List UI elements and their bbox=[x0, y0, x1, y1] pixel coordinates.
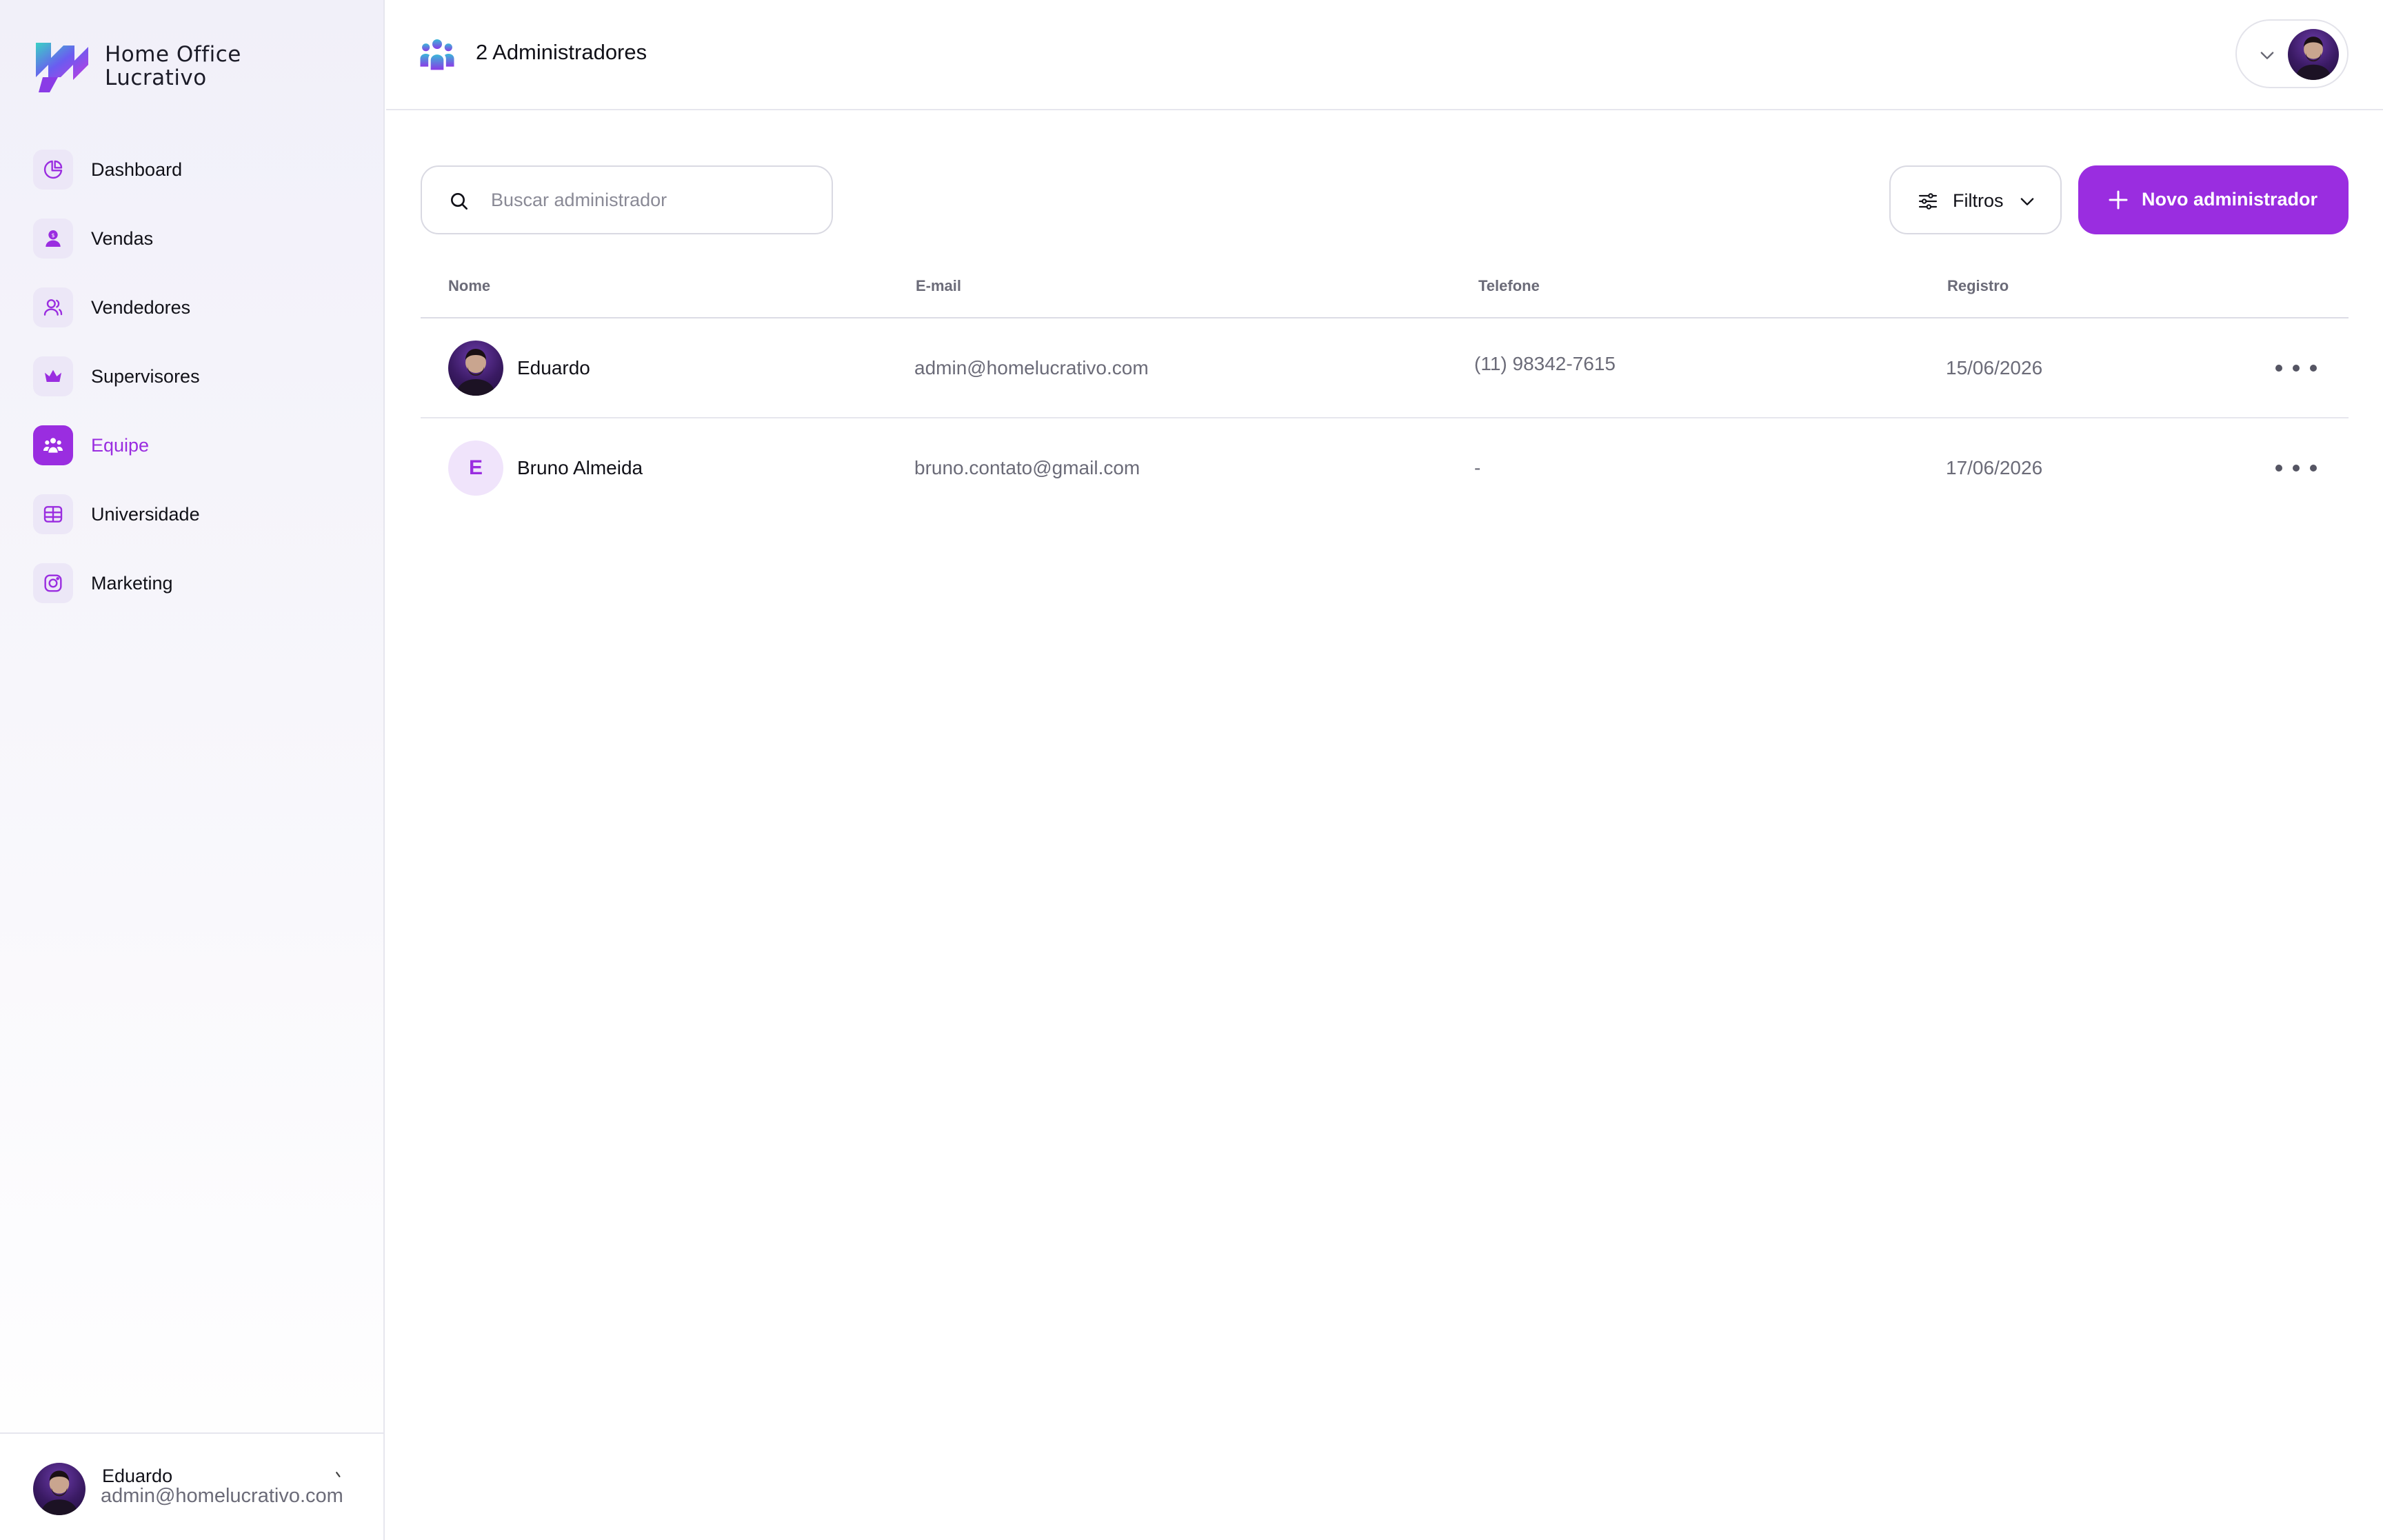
row-phone: - bbox=[1474, 457, 1481, 478]
search-icon bbox=[451, 193, 467, 210]
sidebar-item-dashboard[interactable]: Dashboard bbox=[33, 135, 357, 204]
brand[interactable]: Home Office Lucrativo bbox=[33, 37, 241, 95]
profile-menu-button[interactable] bbox=[2235, 19, 2349, 88]
instagram-icon bbox=[33, 563, 73, 603]
search-input[interactable] bbox=[491, 167, 815, 233]
column-header-nome[interactable]: Nome bbox=[448, 277, 490, 295]
sidebar-item-universidade[interactable]: Universidade bbox=[33, 480, 357, 549]
sliders-icon bbox=[1918, 193, 1938, 210]
sidebar-item-equipe[interactable]: Equipe bbox=[33, 411, 357, 480]
app: Home Office Lucrativo Dashboard $ Vendas… bbox=[0, 0, 2383, 1540]
filters-label: Filtros bbox=[1953, 190, 2004, 211]
sales-person-icon: $ bbox=[33, 219, 73, 259]
chevron-down-icon bbox=[2020, 198, 2034, 205]
top-header: 2 Administradores bbox=[386, 0, 2383, 110]
filters-button[interactable]: Filtros bbox=[1889, 165, 2062, 234]
sidebar-item-label: Equipe bbox=[91, 434, 150, 456]
users-icon bbox=[33, 287, 73, 327]
avatar bbox=[2288, 29, 2339, 80]
letter-avatar: E bbox=[448, 440, 503, 496]
crown-icon bbox=[33, 356, 73, 396]
dot-icon bbox=[2293, 365, 2300, 372]
sidebar-item-label: Vendas bbox=[91, 227, 154, 249]
avatar bbox=[33, 1463, 86, 1515]
row-email: bruno.contato@gmail.com bbox=[914, 457, 1140, 478]
chevron-down-icon[interactable] bbox=[334, 1470, 343, 1479]
column-header-registro[interactable]: Registro bbox=[1947, 277, 2009, 295]
sidebar-item-marketing[interactable]: Marketing bbox=[33, 549, 357, 618]
table-row[interactable]: Eduardo admin@homelucrativo.com (11) 983… bbox=[421, 318, 2349, 418]
new-admin-label: Novo administrador bbox=[2142, 189, 2318, 210]
avatar bbox=[448, 341, 503, 396]
dot-icon bbox=[2310, 465, 2317, 472]
column-header-telefone[interactable]: Telefone bbox=[1478, 277, 1540, 295]
search-box[interactable] bbox=[421, 165, 833, 234]
row-date: 15/06/2026 bbox=[1946, 357, 2043, 378]
row-email: admin@homelucrativo.com bbox=[914, 357, 1149, 378]
dot-icon bbox=[2275, 465, 2282, 472]
row-date: 17/06/2026 bbox=[1946, 457, 2043, 478]
sidebar-item-supervisores[interactable]: Supervisores bbox=[33, 342, 357, 411]
sidebar: Home Office Lucrativo Dashboard $ Vendas… bbox=[0, 0, 385, 1540]
sidebar-item-label: Marketing bbox=[91, 572, 173, 594]
sidebar-item-label: Vendedores bbox=[91, 296, 191, 318]
pie-chart-icon bbox=[33, 150, 73, 190]
row-phone: (11) 98342-7615 bbox=[1474, 353, 1616, 374]
grid-book-icon bbox=[33, 494, 73, 534]
dot-icon bbox=[2275, 365, 2282, 372]
table-row[interactable]: E Bruno Almeida bruno.contato@gmail.com … bbox=[421, 418, 2349, 518]
sidebar-item-label: Universidade bbox=[91, 503, 200, 525]
brand-name: Home Office Lucrativo bbox=[105, 43, 241, 90]
dot-icon bbox=[2310, 365, 2317, 372]
sidebar-item-label: Dashboard bbox=[91, 159, 183, 180]
sidebar-nav: Dashboard $ Vendas Vendedores Supervisor… bbox=[33, 135, 357, 618]
row-name: Eduardo bbox=[517, 357, 590, 378]
plus-icon bbox=[2109, 190, 2128, 210]
sidebar-user-email: admin@homelucrativo.com bbox=[101, 1485, 343, 1507]
team-icon bbox=[33, 425, 73, 465]
row-more-button[interactable] bbox=[2275, 454, 2317, 482]
row-name: Bruno Almeida bbox=[517, 457, 643, 478]
sidebar-item-vendedores[interactable]: Vendedores bbox=[33, 273, 357, 342]
team-icon bbox=[420, 39, 454, 70]
table-header: Nome E-mail Telefone Registro bbox=[421, 261, 2349, 318]
page-title: 2 Administradores bbox=[476, 40, 647, 64]
sidebar-user-name: Eduardo bbox=[102, 1466, 173, 1486]
sidebar-user-card[interactable]: Eduardo admin@homelucrativo.com bbox=[0, 1432, 383, 1540]
column-header-email[interactable]: E-mail bbox=[916, 277, 961, 295]
sidebar-item-label: Supervisores bbox=[91, 365, 200, 387]
dot-icon bbox=[2293, 465, 2300, 472]
svg-text:$: $ bbox=[51, 232, 54, 239]
chevron-down-icon bbox=[2260, 52, 2274, 59]
new-admin-button[interactable]: Novo administrador bbox=[2078, 165, 2349, 234]
brand-line-2: Lucrativo bbox=[105, 65, 207, 90]
row-more-button[interactable] bbox=[2275, 354, 2317, 382]
brand-logo-icon bbox=[36, 43, 88, 92]
admin-table: Nome E-mail Telefone Registro Eduardo ad… bbox=[421, 261, 2349, 518]
sidebar-item-vendas[interactable]: $ Vendas bbox=[33, 204, 357, 273]
brand-line-1: Home Office bbox=[105, 42, 241, 67]
